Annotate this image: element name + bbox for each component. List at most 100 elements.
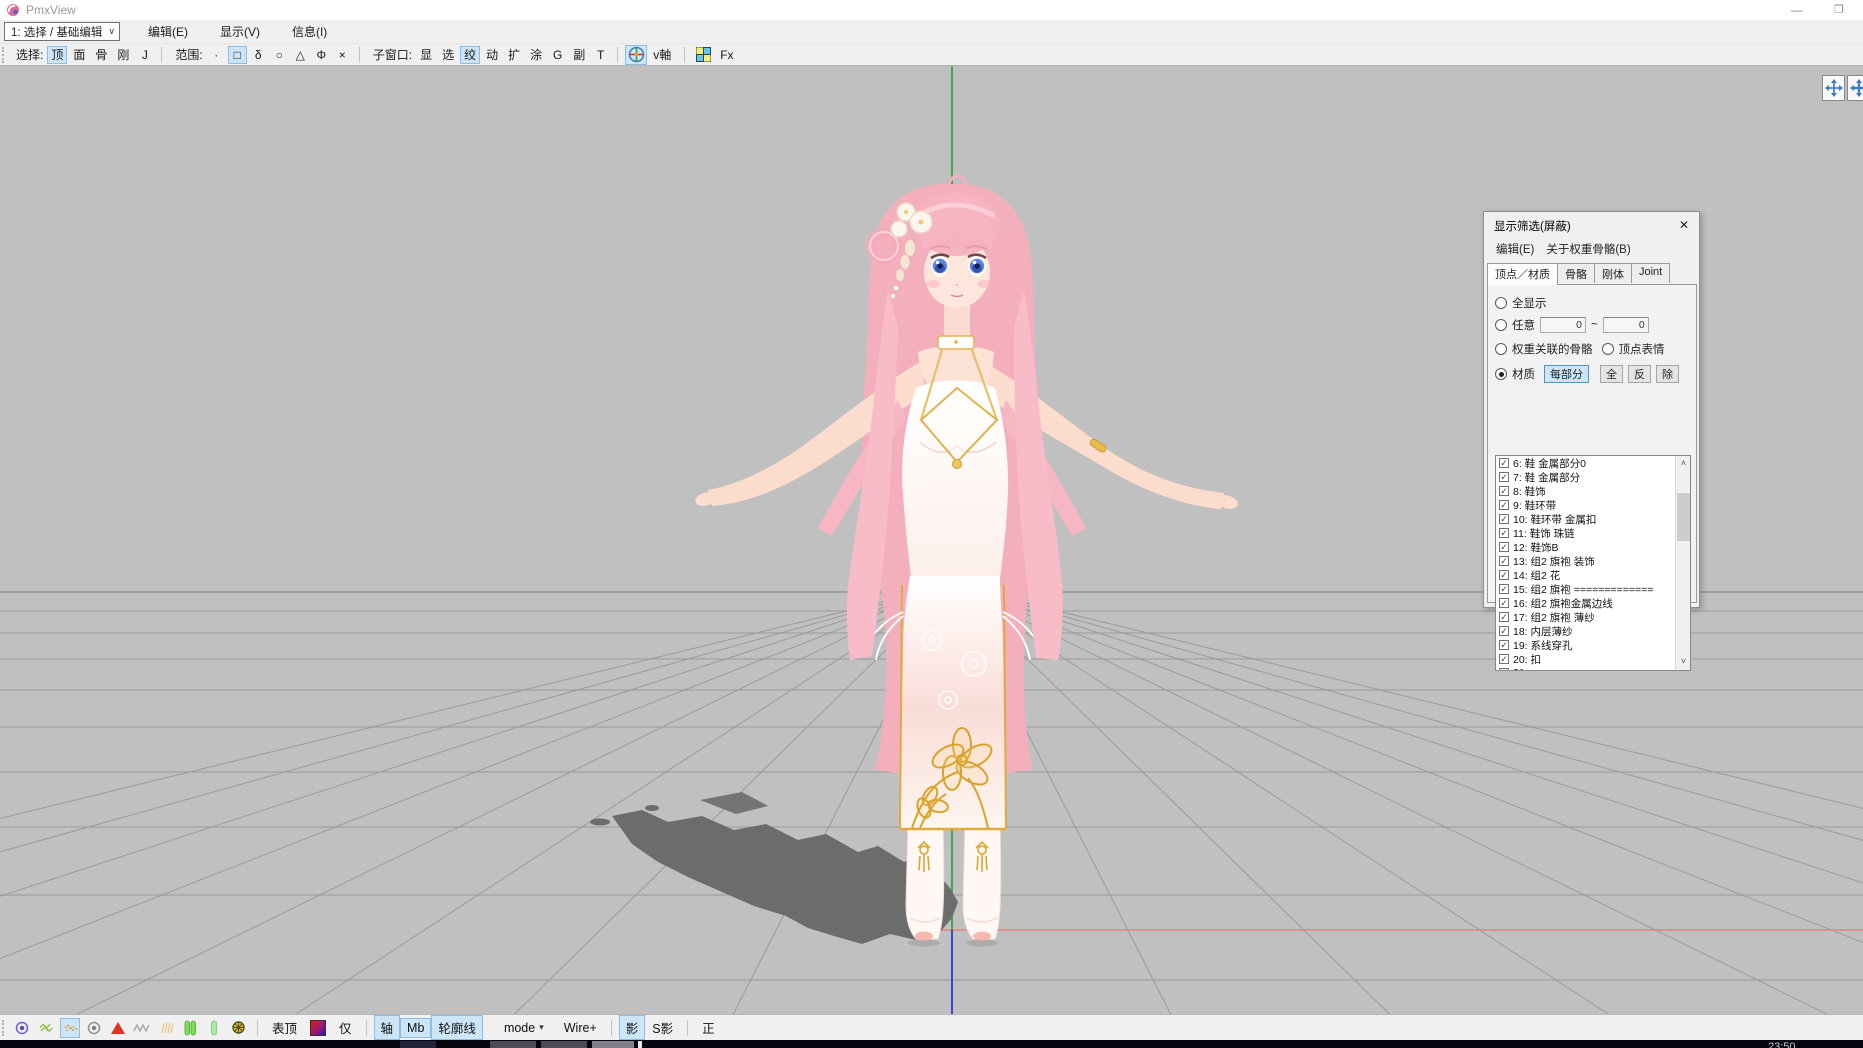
range-from-field[interactable]: 0 <box>1540 317 1586 333</box>
scroll-thumb[interactable] <box>1677 493 1690 541</box>
taskbar-item[interactable] <box>490 1041 536 1048</box>
material-checkbox[interactable]: ✓ <box>1499 612 1509 622</box>
close-icon[interactable]: ✕ <box>1675 216 1693 234</box>
material-checkbox[interactable]: ✓ <box>1499 556 1509 566</box>
material-checkbox[interactable]: ✓ <box>1499 654 1509 664</box>
subwindow-G[interactable]: G <box>548 46 567 64</box>
taskbar-item[interactable] <box>400 1041 436 1048</box>
tab-joint[interactable]: Joint <box>1631 263 1670 283</box>
material-checkbox[interactable]: ✓ <box>1499 570 1509 580</box>
triangle-red-icon[interactable] <box>108 1018 128 1038</box>
material-checkbox[interactable]: ✓ <box>1499 542 1509 552</box>
toggle-Mb[interactable]: Mb <box>400 1018 431 1038</box>
material-row[interactable]: ✓14: 组2 花 <box>1496 568 1690 582</box>
range-mode-Φ[interactable]: Φ <box>312 46 331 64</box>
material-row[interactable]: ✓17: 组2 旗袍 薄纱 <box>1496 610 1690 624</box>
material-checkbox[interactable]: ✓ <box>1499 500 1509 510</box>
per-part-button[interactable]: 每部分 <box>1544 365 1589 383</box>
material-checkbox[interactable]: ✓ <box>1499 458 1509 468</box>
material-row[interactable]: ✓11: 鞋饰 珠链 <box>1496 526 1690 540</box>
vertex-color-swatch[interactable] <box>310 1020 326 1036</box>
subwindow-显[interactable]: 显 <box>416 46 436 64</box>
material-checkbox[interactable]: ✓ <box>1499 640 1509 650</box>
menu-info[interactable]: 信息(I) <box>288 21 331 42</box>
taskbar-item[interactable] <box>592 1041 634 1048</box>
gizmo-toggle-button[interactable] <box>625 45 647 65</box>
material-row[interactable]: ✓16: 组2 旗袍金属边线 <box>1496 596 1690 610</box>
material-row[interactable]: ✓9: 鞋环带 <box>1496 498 1690 512</box>
material-row[interactable]: ✓19: 系线穿孔 <box>1496 638 1690 652</box>
radio-material[interactable] <box>1495 368 1507 380</box>
panel-menu-edit[interactable]: 编辑(E) <box>1496 241 1534 257</box>
tab-vertex-material[interactable]: 顶点／材质 <box>1487 263 1558 285</box>
front-view-button[interactable]: 正 <box>695 1015 722 1040</box>
scroll-up-icon[interactable]: ˄ <box>1676 456 1691 472</box>
vertex-display-button[interactable]: 表顶 <box>265 1015 304 1040</box>
mode-dropdown-button[interactable]: mode ▾ <box>497 1018 551 1038</box>
range-mode-·[interactable]: · <box>207 46 226 64</box>
material-row[interactable]: ✓12: 鞋饰B <box>1496 540 1690 554</box>
toggle-轮廓线[interactable]: 轮廓线 <box>431 1015 483 1040</box>
material-checkbox[interactable]: ✓ <box>1499 626 1509 636</box>
quad-view-button[interactable] <box>692 45 714 65</box>
invert-button[interactable]: 反 <box>1628 365 1651 383</box>
subwindow-副[interactable]: 副 <box>569 46 589 64</box>
material-checkbox[interactable]: ✓ <box>1499 486 1509 496</box>
edit-mode-dropdown[interactable]: 1: 选择 / 基础编辑 ∨ <box>4 22 120 41</box>
tab-bones[interactable]: 骨骼 <box>1557 263 1595 283</box>
capsule-pair-icon[interactable] <box>180 1018 200 1038</box>
toolbar-grip[interactable] <box>2 1020 7 1036</box>
range-mode-□[interactable]: □ <box>228 46 247 64</box>
shadow-toggle-影[interactable]: 影 <box>619 1015 646 1040</box>
pan-view-button-2[interactable] <box>1847 75 1863 101</box>
subwindow-扩[interactable]: 扩 <box>504 46 524 64</box>
material-list[interactable]: ✓6: 鞋 金属部分0✓7: 鞋 金属部分✓8: 鞋饰✓9: 鞋环带✓10: 鞋… <box>1495 455 1691 671</box>
range-mode-△[interactable]: △ <box>291 46 310 64</box>
material-checkbox[interactable]: ✓ <box>1499 598 1509 608</box>
select-mode-J[interactable]: J <box>135 46 154 64</box>
wire-plus-button[interactable]: Wire+ <box>557 1018 604 1038</box>
material-checkbox[interactable]: ✓ <box>1499 514 1509 524</box>
material-row[interactable]: ✓8: 鞋饰 <box>1496 484 1690 498</box>
select-mode-骨[interactable]: 骨 <box>91 46 111 64</box>
range-mode-○[interactable]: ○ <box>270 46 289 64</box>
scribble-orange-icon[interactable] <box>60 1018 80 1038</box>
material-row[interactable]: ✓6: 鞋 金属部分0 <box>1496 456 1690 470</box>
marker-blue-icon[interactable] <box>12 1018 32 1038</box>
subwindow-涂[interactable]: 涂 <box>526 46 546 64</box>
restore-button[interactable]: ❐ <box>1824 0 1854 20</box>
menu-view[interactable]: 显示(V) <box>216 21 264 42</box>
scroll-down-icon[interactable]: ˅ <box>1676 654 1691 670</box>
material-row[interactable]: ✓18: 内层薄纱 <box>1496 624 1690 638</box>
taskbar-item[interactable] <box>541 1041 587 1048</box>
only-button[interactable]: 仅 <box>332 1015 359 1040</box>
radio-weight-bones[interactable] <box>1495 343 1507 355</box>
range-mode-δ[interactable]: δ <box>249 46 268 64</box>
vaxis-button[interactable]: v軸 <box>647 46 677 64</box>
shadow-toggle-S影[interactable]: S影 <box>645 1015 680 1040</box>
fx-button[interactable]: Fx <box>714 46 739 64</box>
toolbar-grip[interactable] <box>2 47 7 63</box>
material-checkbox[interactable]: ✓ <box>1499 528 1509 538</box>
capsule-green-icon[interactable] <box>204 1018 224 1038</box>
material-row[interactable]: ✓7: 鞋 金属部分 <box>1496 470 1690 484</box>
select-mode-顶[interactable]: 顶 <box>47 46 67 64</box>
range-to-field[interactable]: 0 <box>1603 317 1649 333</box>
select-mode-面[interactable]: 面 <box>69 46 89 64</box>
minimize-button[interactable]: — <box>1782 0 1812 20</box>
subwindow-T[interactable]: T <box>591 46 610 64</box>
material-row[interactable]: ✓10: 鞋环带 金属扣 <box>1496 512 1690 526</box>
range-mode-×[interactable]: × <box>333 46 352 64</box>
material-checkbox[interactable]: ✓ <box>1499 584 1509 594</box>
marker-gray-icon[interactable] <box>84 1018 104 1038</box>
material-row[interactable]: ✓13: 组2 旗袍 装饰 <box>1496 554 1690 568</box>
select-mode-刚[interactable]: 刚 <box>113 46 133 64</box>
zigzag-icon[interactable] <box>132 1018 152 1038</box>
material-row[interactable]: ✓20: 扣 <box>1496 652 1690 666</box>
tab-rigid-body[interactable]: 刚体 <box>1594 263 1632 283</box>
hatch-orange-icon[interactable] <box>156 1018 176 1038</box>
radio-vertex-morph[interactable] <box>1602 343 1614 355</box>
remove-button[interactable]: 除 <box>1656 365 1679 383</box>
scribble-green-icon[interactable] <box>36 1018 56 1038</box>
select-all-button[interactable]: 全 <box>1600 365 1623 383</box>
